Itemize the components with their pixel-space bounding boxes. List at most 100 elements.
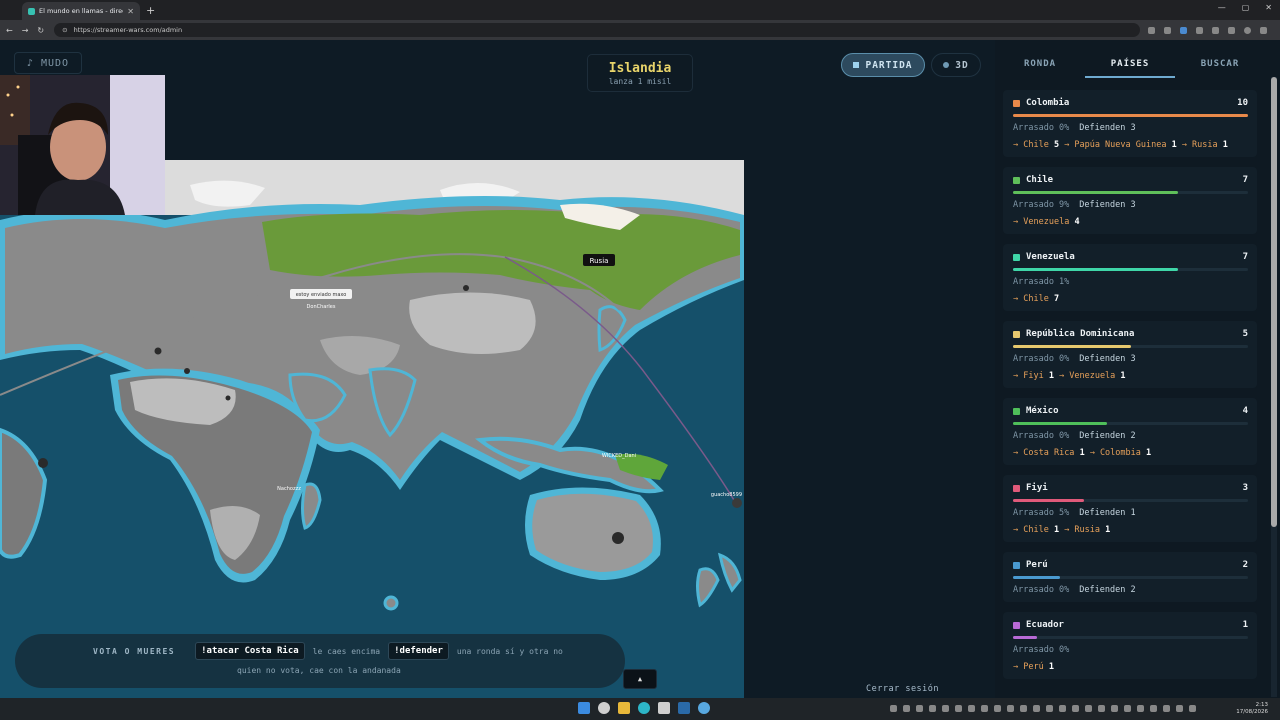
attack-target: Colombia xyxy=(1099,448,1141,458)
app-icon[interactable] xyxy=(698,702,710,714)
attack-link: → Papúa Nueva Guinea 1 xyxy=(1064,140,1177,150)
destroyed-stat: Arrasado 5% xyxy=(1013,508,1070,518)
tray-icon[interactable] xyxy=(955,705,962,712)
tray-icon[interactable] xyxy=(1111,705,1118,712)
extension-icon[interactable] xyxy=(1212,26,1220,34)
country-count: 3 xyxy=(1242,483,1248,493)
attack-link: → Colombia 1 xyxy=(1089,448,1152,458)
tray-icon[interactable] xyxy=(1150,705,1157,712)
tray-icon[interactable] xyxy=(1163,705,1170,712)
panel-scrollbar[interactable] xyxy=(1271,77,1277,697)
tray-icon[interactable] xyxy=(916,705,923,712)
profile-icon[interactable] xyxy=(1244,26,1252,34)
country-bar-fill xyxy=(1013,268,1178,271)
start-icon[interactable] xyxy=(578,702,590,714)
country-bar-fill xyxy=(1013,345,1131,348)
mute-button[interactable]: ♪ MUDO xyxy=(14,52,82,74)
tab-favicon-icon xyxy=(28,7,35,15)
tray-icon[interactable] xyxy=(1124,705,1131,712)
tray-icon[interactable] xyxy=(1189,705,1196,712)
new-tab-icon[interactable]: + xyxy=(146,4,155,17)
minimize-icon[interactable]: — xyxy=(1218,3,1226,12)
mode-partida-button[interactable]: PARTIDA xyxy=(841,53,925,77)
tray-icon[interactable] xyxy=(1020,705,1027,712)
attack-count: 1 xyxy=(1171,140,1177,150)
tray-icon[interactable] xyxy=(903,705,910,712)
country-bar-fill xyxy=(1013,422,1107,425)
country-header: Venezuela 7 xyxy=(1013,252,1248,262)
search-icon[interactable] xyxy=(598,702,610,714)
country-card[interactable]: Fiyi 3 Arrasado 5% Defienden 1 → Chile 1… xyxy=(1003,475,1257,542)
tab-buscar[interactable]: BUSCAR xyxy=(1175,52,1265,78)
country-bar-track xyxy=(1013,499,1248,502)
close-window-icon[interactable]: ✕ xyxy=(1265,3,1272,12)
tray-icon[interactable] xyxy=(1085,705,1092,712)
country-stats: Arrasado 5% Defienden 1 xyxy=(1013,508,1248,518)
attack-target: Fiyi xyxy=(1023,371,1044,381)
map-player-label: WICKED_Dani xyxy=(602,453,636,459)
tray-icon[interactable] xyxy=(1046,705,1053,712)
tray-icon[interactable] xyxy=(981,705,988,712)
site-info-icon[interactable]: ⊙ xyxy=(62,26,67,34)
attack-count: 1 xyxy=(1105,525,1111,535)
world-map[interactable]: Rusia estoy enviado maxo DonCharles WICK… xyxy=(0,160,744,698)
logout-link[interactable]: Cerrar sesión xyxy=(866,684,939,694)
attack-target: Chile xyxy=(1023,140,1049,150)
country-color-swatch xyxy=(1013,330,1020,338)
close-tab-icon[interactable]: ✕ xyxy=(127,7,134,16)
tray-icon[interactable] xyxy=(1098,705,1105,712)
extension-icon[interactable] xyxy=(1180,26,1188,34)
browser-tab[interactable]: El mundo en llamas - director ✕ xyxy=(22,2,140,20)
url-text: https://streamer-wars.com/admin xyxy=(73,26,183,34)
forward-icon[interactable]: → xyxy=(22,26,29,35)
square-icon xyxy=(853,62,860,68)
tray-icon[interactable] xyxy=(929,705,936,712)
app-icon[interactable] xyxy=(658,702,670,714)
attack-target: Venezuela xyxy=(1023,217,1070,227)
expand-panel-button[interactable]: ▲ xyxy=(623,669,657,689)
mode-partida-label: PARTIDA xyxy=(865,59,913,71)
country-card[interactable]: República Dominicana 5 Arrasado 0% Defie… xyxy=(1003,321,1257,388)
attack-target: Chile xyxy=(1023,294,1049,304)
tray-icon[interactable] xyxy=(1072,705,1079,712)
scrollbar-thumb[interactable] xyxy=(1271,77,1277,527)
clock[interactable]: 2:13 17/08/2026 xyxy=(1236,702,1268,716)
download-icon[interactable] xyxy=(1228,26,1236,34)
extension-icon[interactable] xyxy=(1196,26,1204,34)
maximize-icon[interactable]: ▢ xyxy=(1242,3,1250,12)
tray-icon[interactable] xyxy=(942,705,949,712)
country-header: Perú 2 xyxy=(1013,560,1248,570)
file-explorer-icon[interactable] xyxy=(618,702,630,714)
country-card[interactable]: Colombia 10 Arrasado 0% Defienden 3 → Ch… xyxy=(1003,90,1257,157)
edge-icon[interactable] xyxy=(638,702,650,714)
country-card[interactable]: Venezuela 7 Arrasado 1% → Chile 7 xyxy=(1003,244,1257,311)
attack-links: → Chile 1 → Rusia 1 xyxy=(1013,525,1248,535)
tray-icon[interactable] xyxy=(890,705,897,712)
tray-icon[interactable] xyxy=(1059,705,1066,712)
country-card[interactable]: Perú 2 Arrasado 0% Defienden 2 xyxy=(1003,552,1257,602)
bookmark-icon[interactable] xyxy=(1164,26,1172,34)
country-card[interactable]: Ecuador 1 Arrasado 0% → Perú 1 xyxy=(1003,612,1257,679)
mode-3d-button[interactable]: 3D xyxy=(931,53,981,77)
tray-icon[interactable] xyxy=(1176,705,1183,712)
tab-paises[interactable]: PAÍSES xyxy=(1085,52,1175,78)
country-card[interactable]: Chile 7 Arrasado 9% Defienden 3 → Venezu… xyxy=(1003,167,1257,234)
tray-icon[interactable] xyxy=(1137,705,1144,712)
attack-count: 1 xyxy=(1146,448,1152,458)
attack-link: → Chile 1 xyxy=(1013,525,1060,535)
reload-icon[interactable]: ↻ xyxy=(37,26,44,35)
country-bar-fill xyxy=(1013,499,1084,502)
map-label-rusia: Rusia xyxy=(590,257,609,265)
country-card[interactable]: México 4 Arrasado 0% Defienden 2 → Costa… xyxy=(1003,398,1257,465)
zoom-icon[interactable] xyxy=(1148,26,1156,34)
tray-icon[interactable] xyxy=(1033,705,1040,712)
attack-count: 7 xyxy=(1053,294,1060,304)
tray-icon[interactable] xyxy=(968,705,975,712)
tab-ronda[interactable]: RONDA xyxy=(995,52,1085,78)
tray-icon[interactable] xyxy=(1007,705,1014,712)
tray-icon[interactable] xyxy=(994,705,1001,712)
url-field[interactable]: ⊙ https://streamer-wars.com/admin xyxy=(54,23,1141,37)
back-icon[interactable]: ← xyxy=(6,26,13,35)
steam-icon[interactable] xyxy=(678,702,690,714)
menu-icon[interactable] xyxy=(1260,26,1268,34)
